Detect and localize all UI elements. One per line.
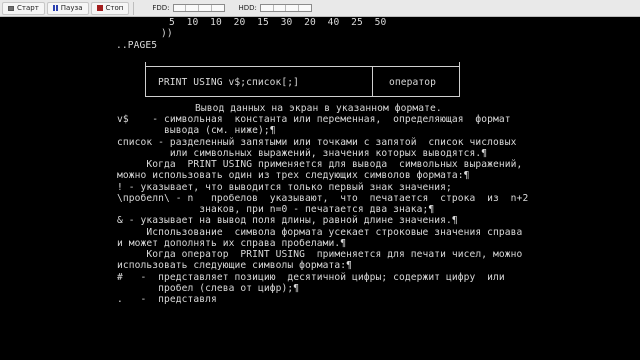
close-brackets: )) (161, 28, 173, 39)
text-line: использовать следующие символы формата:¶ (117, 260, 353, 271)
start-button[interactable]: Старт (2, 1, 45, 15)
start-icon (8, 5, 14, 11)
text-line: Использование символа формата усекает ст… (117, 227, 523, 238)
text-screen: 5 10 10 20 15 30 20 40 25 50 )) ..PAGE5 … (0, 17, 640, 360)
line-numbers-row: 5 10 10 20 15 30 20 40 25 50 (169, 17, 387, 28)
toolbar-separator (133, 1, 135, 15)
page-marker: ..PAGE5 (116, 40, 158, 51)
text-line: Вывод данных на экран в указанном формат… (195, 103, 442, 114)
text-line: список - разделенный запятыми или точкам… (117, 137, 517, 148)
text-line: Когда PRINT USING применяется для вывода… (117, 159, 523, 170)
text-line: и может дополнять их справа пробелами.¶ (117, 238, 347, 249)
text-line: ! - указывает, что выводится только перв… (117, 182, 452, 193)
fdd-indicator (172, 4, 225, 12)
hdd-label: HDD: (238, 4, 257, 12)
text-line: \пробелn\ - n пробелов указывают, что пе… (117, 193, 529, 204)
stop-button[interactable]: Стоп (90, 1, 130, 15)
text-line: Когда оператор PRINT USING применяется д… (117, 249, 523, 260)
text-line: знаков, при n=0 - печатается два знака;¶ (117, 204, 435, 215)
text-line: & - указывает на вывод поля длины, равно… (117, 215, 458, 226)
text-line: можно использовать один из трех следующи… (117, 170, 470, 181)
text-line: или символьных выражений, значения котор… (117, 148, 488, 159)
text-line: # - представляет позицию десятичной цифр… (117, 272, 505, 283)
emulator-toolbar: Старт Пауза Стоп FDD: HDD: (0, 0, 640, 17)
text-line: вывода (см. ниже);¶ (117, 125, 276, 136)
start-label: Старт (17, 4, 39, 12)
fdd-label: FDD: (152, 4, 170, 12)
stop-icon (96, 5, 103, 11)
syntax-box-divider (372, 66, 373, 97)
syntax-type: оператор (389, 77, 437, 88)
syntax-statement: PRINT USING v$;список[;] (158, 77, 300, 88)
text-line: . - представля (117, 294, 217, 305)
hdd-indicator (259, 4, 312, 12)
text-line: пробел (слева от цифр);¶ (117, 283, 300, 294)
pause-label: Пауза (60, 4, 83, 12)
pause-icon (52, 5, 58, 11)
text-line: v$ - символьная константа или переменная… (117, 114, 511, 125)
pause-button[interactable]: Пауза (46, 1, 89, 15)
stop-label: Стоп (105, 4, 124, 12)
